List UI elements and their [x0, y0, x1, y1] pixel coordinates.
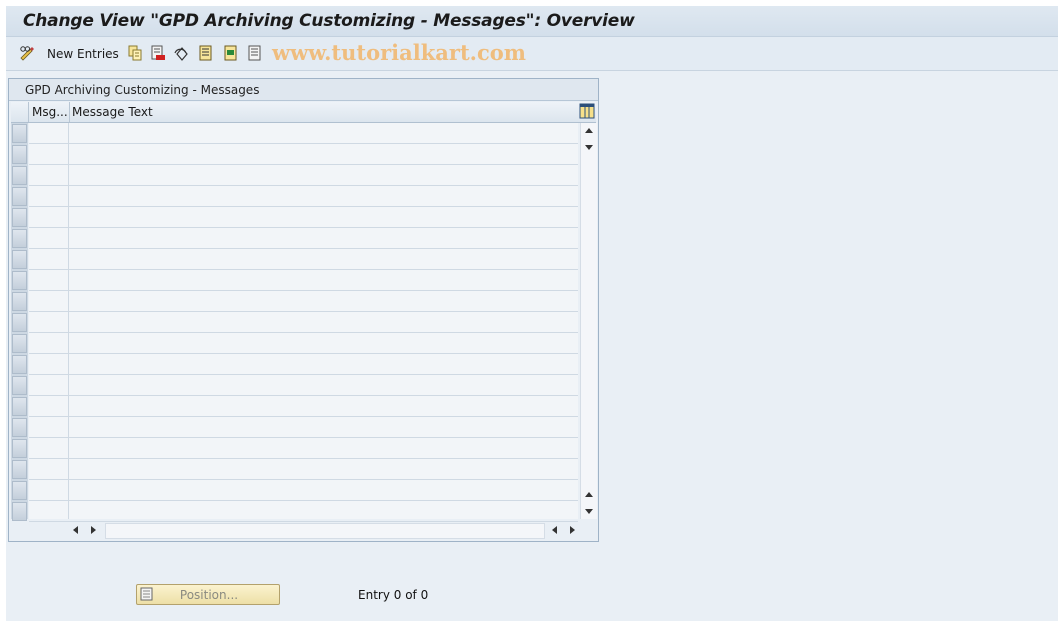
header-separator: [28, 102, 29, 122]
horizontal-scroll-track[interactable]: [105, 523, 545, 539]
table-row: [29, 290, 578, 291]
table-grid: [29, 123, 578, 522]
table-row: [29, 206, 578, 207]
row-selector[interactable]: [12, 355, 27, 374]
scroll-right-icon[interactable]: [567, 525, 577, 535]
table-header: Msg... Message Text: [11, 102, 596, 123]
row-selector[interactable]: [12, 145, 27, 164]
table-row: [29, 458, 578, 459]
row-selector[interactable]: [12, 439, 27, 458]
display-change-icon[interactable]: [19, 45, 35, 61]
row-selector[interactable]: [12, 124, 27, 143]
select-block-icon[interactable]: [223, 45, 239, 61]
delete-icon[interactable]: [150, 45, 166, 61]
table-row: [29, 185, 578, 186]
row-selector[interactable]: [12, 271, 27, 290]
scroll-up-icon[interactable]: [584, 127, 594, 135]
title-bar: Change View "GPD Archiving Customizing -…: [6, 6, 1058, 37]
scroll-page-down-icon[interactable]: [584, 143, 594, 151]
row-selector[interactable]: [12, 481, 27, 500]
table-row: [29, 374, 578, 375]
table-row: [29, 332, 578, 333]
row-selector[interactable]: [12, 460, 27, 479]
table-row: [29, 437, 578, 438]
column-header-msg[interactable]: Msg...: [32, 105, 68, 119]
row-selector[interactable]: [12, 229, 27, 248]
copy-as-icon[interactable]: [127, 45, 143, 61]
table-row: [29, 500, 578, 501]
table-control-panel: GPD Archiving Customizing - Messages Msg…: [8, 78, 599, 542]
row-selector[interactable]: [12, 187, 27, 206]
table-row: [29, 311, 578, 312]
column-divider: [68, 123, 69, 519]
watermark-text: www.tutorialkart.com: [272, 40, 526, 65]
table-row: [29, 269, 578, 270]
table-title-bar: GPD Archiving Customizing - Messages: [9, 79, 598, 101]
table-settings-icon[interactable]: [579, 103, 595, 119]
table-row: [29, 395, 578, 396]
row-selector[interactable]: [12, 250, 27, 269]
scroll-right-icon[interactable]: [88, 525, 98, 535]
entry-counter: Entry 0 of 0: [358, 588, 429, 602]
position-button-label: Position...: [179, 588, 239, 602]
column-header-message-text[interactable]: Message Text: [72, 105, 153, 119]
horizontal-scrollbar[interactable]: [71, 522, 581, 539]
table-row: [29, 248, 578, 249]
row-selector[interactable]: [12, 334, 27, 353]
scroll-down-icon[interactable]: [584, 507, 594, 515]
table-row: [29, 479, 578, 480]
row-selector[interactable]: [12, 418, 27, 437]
deselect-all-icon[interactable]: [247, 45, 263, 61]
window-title: Change View "GPD Archiving Customizing -…: [23, 11, 635, 31]
table-title: GPD Archiving Customizing - Messages: [25, 83, 260, 97]
scroll-left-icon[interactable]: [71, 525, 81, 535]
row-selector[interactable]: [12, 292, 27, 311]
table-row: [29, 416, 578, 417]
scroll-left-icon[interactable]: [550, 525, 560, 535]
row-selector[interactable]: [12, 502, 27, 521]
row-selector[interactable]: [12, 397, 27, 416]
undo-change-icon[interactable]: [174, 45, 190, 61]
row-selector[interactable]: [12, 313, 27, 332]
table-row: [29, 227, 578, 228]
header-separator: [69, 102, 70, 122]
sap-window: Change View "GPD Archiving Customizing -…: [6, 6, 1058, 621]
vertical-scrollbar[interactable]: [580, 123, 597, 519]
table-row: [29, 143, 578, 144]
row-selector[interactable]: [12, 166, 27, 185]
new-entries-button[interactable]: New Entries: [47, 47, 119, 61]
row-selector[interactable]: [12, 376, 27, 395]
table-row: [29, 353, 578, 354]
select-all-icon[interactable]: [198, 45, 214, 61]
scroll-page-up-icon[interactable]: [584, 491, 594, 499]
application-toolbar: New Entries www.tutorialkart.com: [6, 37, 1058, 71]
table-row: [29, 164, 578, 165]
row-selector-column: [11, 123, 28, 521]
row-selector[interactable]: [12, 208, 27, 227]
position-button[interactable]: Position...: [136, 584, 280, 605]
